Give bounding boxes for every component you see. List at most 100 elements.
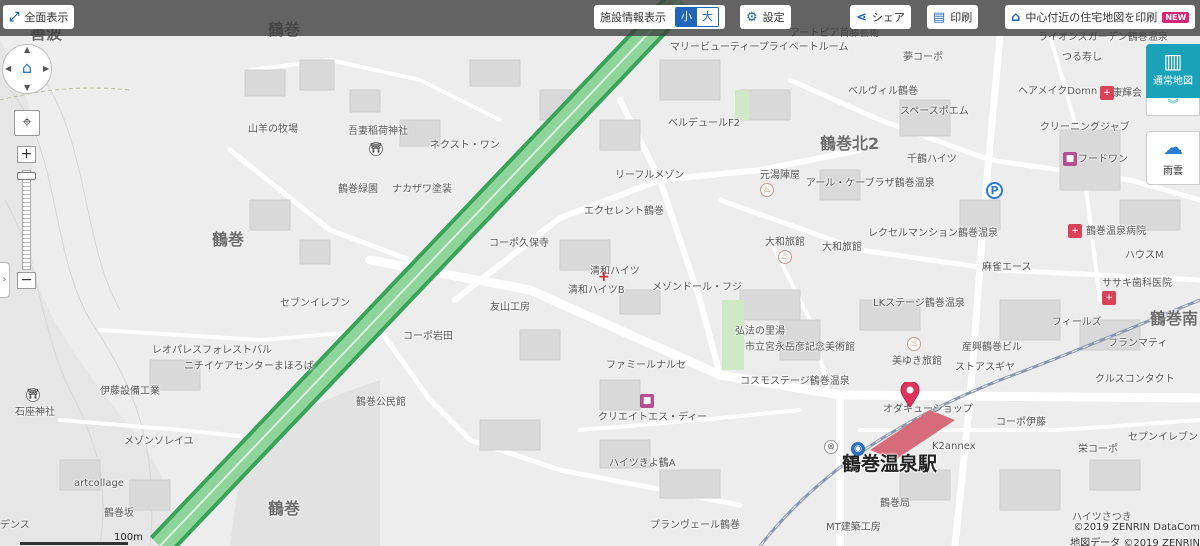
facility-size-selector: 小 大	[675, 7, 719, 27]
place-label: コーポ伊藤	[996, 417, 1046, 428]
hotel-icon[interactable]: ♨	[760, 183, 774, 197]
train-station-icon[interactable]: ◉	[851, 442, 865, 456]
hospital-icon[interactable]: +	[1068, 224, 1082, 238]
place-label: コーポ久保寺	[489, 238, 549, 249]
gear-icon: ⚙	[746, 9, 758, 25]
arrow-left-icon[interactable]: ◀	[5, 64, 11, 73]
place-label: レクセルマンション鶴巻温泉	[868, 228, 998, 239]
current-location-button[interactable]: ⌖	[14, 110, 40, 136]
map-viewer[interactable]: 鶴巻北2 鶴巻 鶴巻 鶴巻 鶴巻南 善波 鶴巻温泉駅 マリービューティープライベ…	[0, 0, 1200, 546]
print-house-label: 中心付近の住宅地図を印刷	[1025, 11, 1158, 24]
hotel-icon[interactable]: ♨	[907, 337, 921, 351]
place-label: ハウスM	[1125, 250, 1164, 261]
parking-icon[interactable]: P	[986, 182, 1003, 199]
share-icon: ⋖	[856, 9, 867, 25]
place-label: 麻雀エース	[982, 262, 1032, 273]
shrine-icon[interactable]: ⛩	[369, 142, 383, 156]
place-label: 美ゆき旅館	[892, 356, 942, 367]
place-label: 鶴巻温泉病院	[1086, 226, 1146, 237]
home-icon[interactable]: ⌂	[18, 59, 36, 77]
printer-icon: ▤	[933, 9, 946, 25]
facility-info-toggle: 施設情報表示 小 大	[594, 5, 725, 29]
place-label: 栄コーポ	[1078, 444, 1118, 455]
place-label: 弘法の里湯	[735, 326, 785, 337]
place-label: ベルデュールF2	[668, 118, 741, 129]
place-label: 市立宮永岳彦記念美術館	[745, 342, 855, 353]
facility-large-button[interactable]: 大	[697, 8, 718, 26]
place-label: 鶴巻坂	[104, 508, 134, 519]
post-office-icon[interactable]: ⊗	[824, 440, 838, 454]
hotel-icon[interactable]: ♨	[778, 250, 792, 264]
place-label: つる寿し	[1062, 52, 1102, 63]
place-label: クルスコンタクト	[1095, 374, 1175, 385]
print-house-map-button[interactable]: ⌂ 中心付近の住宅地図を印刷 NEW	[1005, 5, 1196, 29]
facility-label: 施設情報表示	[600, 11, 666, 24]
scale-label: 100m	[114, 532, 143, 543]
place-label: コスモステージ鶴巻温泉	[740, 376, 850, 387]
settings-button[interactable]: ⚙ 設定	[740, 5, 791, 29]
place-label: メゾンドール・フジ	[652, 282, 742, 293]
place-label: 鶴巻局	[880, 498, 910, 509]
zoom-slider-handle[interactable]	[17, 172, 36, 180]
rain-cloud-button[interactable]: ☁ 雨雲	[1146, 131, 1200, 185]
chevron-down-icon[interactable]: ︾	[1146, 98, 1200, 116]
place-label: アール・ケーブラザ鶴巻温泉	[806, 178, 935, 189]
place-label: artcollage	[74, 478, 124, 489]
arrow-up-icon[interactable]: ▲	[24, 45, 30, 54]
pan-control[interactable]: ⌂ ▲ ▼ ◀ ▶	[2, 44, 52, 94]
crosshair-icon: ⌖	[22, 112, 32, 131]
place-label: ニチイケアセンターまほろば	[184, 361, 314, 372]
fullscreen-button[interactable]: ⤢ 全面表示	[3, 5, 75, 29]
side-panel-tab[interactable]: ›	[0, 262, 10, 298]
store-icon[interactable]: ■	[640, 394, 654, 408]
place-label: フードワン	[1078, 154, 1128, 165]
place-label: 鶴巻公民館	[356, 397, 406, 408]
location-pin-icon[interactable]	[900, 382, 920, 408]
place-label: 産興鶴巻ビル	[962, 342, 1022, 353]
settings-label: 設定	[762, 11, 785, 24]
place-label: 石座神社	[15, 407, 55, 418]
district-label: 鶴巻	[268, 499, 301, 518]
place-label: 山羊の牧場	[248, 124, 298, 135]
arrow-down-icon[interactable]: ▼	[24, 83, 30, 92]
place-label: 清和ハイツB	[568, 285, 625, 296]
hospital-icon[interactable]: +	[1100, 86, 1114, 100]
copyright-text: ©2019 ZENRIN DataCom	[1073, 522, 1200, 533]
house-icon: ⌂	[1011, 9, 1021, 25]
zoom-slider[interactable]	[22, 170, 31, 270]
normal-map-label: 通常地図	[1153, 76, 1193, 87]
store-icon[interactable]: ■	[1063, 152, 1077, 166]
arrow-right-icon[interactable]: ▶	[43, 64, 49, 73]
copyright-text: 地図データ ©2019 ZENRIN	[1070, 538, 1200, 546]
place-label: 友山工房	[490, 302, 530, 313]
place-label: 鶴巻緑園	[338, 184, 378, 195]
place-label: 吾妻稲荷神社	[348, 126, 408, 137]
district-label: 鶴巻	[212, 230, 245, 249]
zoom-out-button[interactable]: −	[17, 272, 36, 289]
shrine-icon[interactable]: ⛩	[26, 388, 40, 402]
place-label: ササキ歯科医院	[1102, 278, 1172, 289]
place-label: ベルヴィル鶴巻	[848, 86, 918, 97]
place-label: ナカザワ塗装	[392, 184, 452, 195]
place-label: 伊藤設備工業	[100, 386, 160, 397]
place-label: マリービューティープライベートルーム	[670, 42, 849, 53]
place-label: LKステージ鶴巻温泉	[873, 298, 965, 309]
place-label: MT建築工房	[826, 522, 881, 533]
rain-cloud-icon: ☁	[1163, 135, 1183, 159]
facility-small-button[interactable]: 小	[676, 8, 697, 26]
new-badge: NEW	[1162, 11, 1190, 23]
place-label: スペースポエム	[900, 106, 969, 117]
place-label: ネクスト・ワン	[430, 140, 500, 151]
print-button[interactable]: ▤ 印刷	[927, 5, 979, 29]
share-button[interactable]: ⋖ シェア	[850, 5, 911, 29]
normal-map-button[interactable]: ▥ 通常地図 ︾	[1146, 44, 1200, 116]
district-label: 鶴巻南	[1150, 309, 1199, 328]
place-label: 大和旅館	[765, 237, 805, 248]
place-label: プランヴェール鶴巻	[650, 520, 740, 531]
place-label: セプンイレブン	[1128, 432, 1198, 443]
scale-bar: 100m	[20, 532, 148, 546]
place-label: クリーニングジャブ	[1040, 122, 1130, 133]
place-label: ストアスギヤ	[955, 362, 1015, 373]
zoom-in-button[interactable]: +	[17, 146, 36, 163]
hospital-icon[interactable]: +	[1102, 291, 1116, 305]
